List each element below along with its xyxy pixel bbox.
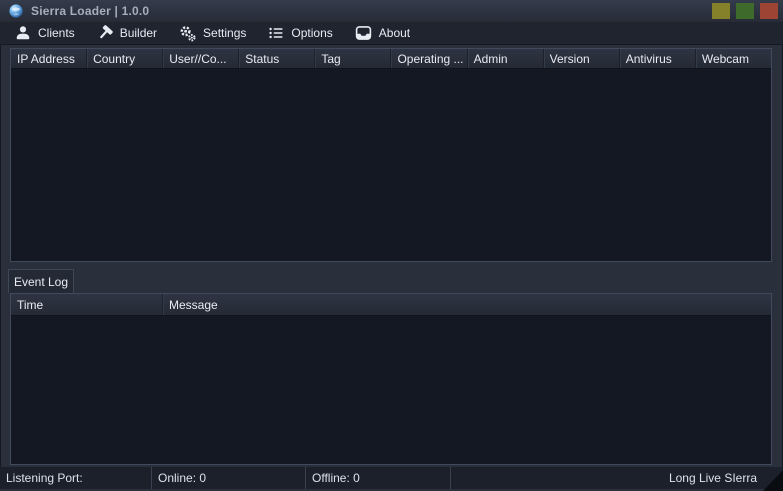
column-header-user-co[interactable]: User//Co... (163, 49, 239, 68)
window-controls (712, 3, 778, 19)
gears-icon (179, 25, 196, 42)
column-header-webcam[interactable]: Webcam (696, 49, 771, 68)
column-header-operating[interactable]: Operating ... (391, 49, 467, 68)
eventlog-table-body (11, 316, 771, 464)
inbox-icon (355, 25, 372, 41)
app-window: Sierra Loader | 1.0.0 Clients Builder (0, 0, 783, 491)
toolbar-label-options: Options (291, 26, 332, 40)
column-header-ip-address[interactable]: IP Address (11, 49, 87, 68)
toolbar-item-options[interactable]: Options (257, 22, 343, 44)
status-offline-label: Offline: 0 (312, 471, 360, 485)
toolbar-label-builder: Builder (120, 26, 157, 40)
eventlog-table-header: TimeMessage (11, 294, 771, 316)
close-button[interactable] (760, 3, 778, 19)
column-header-admin[interactable]: Admin (468, 49, 544, 68)
resize-grip[interactable] (763, 470, 783, 491)
toolbar-item-about[interactable]: About (344, 22, 421, 44)
toolbar-label-about: About (379, 26, 410, 40)
minimize-button[interactable] (712, 3, 730, 19)
toolbar-item-builder[interactable]: Builder (86, 22, 168, 44)
status-listening-port: Listening Port: (0, 467, 152, 489)
column-header-country[interactable]: Country (87, 49, 163, 68)
clients-table-body (11, 69, 771, 261)
column-header-version[interactable]: Version (544, 49, 620, 68)
user-icon (15, 25, 31, 41)
titlebar[interactable]: Sierra Loader | 1.0.0 (0, 0, 783, 22)
toolbar-item-settings[interactable]: Settings (168, 22, 257, 44)
clients-table-header: IP AddressCountryUser//Co...StatusTagOpe… (11, 49, 771, 69)
toolbar: Clients Builder Settings (0, 22, 783, 45)
column-header-antivirus[interactable]: Antivirus (620, 49, 696, 68)
status-motto: Long Live SIerra (451, 467, 783, 489)
status-listening-port-label: Listening Port: (6, 471, 83, 485)
column-header-message[interactable]: Message (163, 294, 771, 315)
hammer-icon (97, 25, 113, 41)
status-motto-label: Long Live SIerra (669, 471, 757, 485)
tab-event-log[interactable]: Event Log (8, 269, 74, 293)
list-icon (268, 25, 284, 41)
clients-table: IP AddressCountryUser//Co...StatusTagOpe… (10, 48, 772, 262)
tab-event-log-label: Event Log (14, 275, 68, 289)
status-online-label: Online: 0 (158, 471, 206, 485)
app-logo-icon (8, 3, 24, 19)
eventlog-table: TimeMessage (10, 293, 772, 465)
window-title: Sierra Loader | 1.0.0 (31, 4, 149, 18)
toolbar-label-clients: Clients (38, 26, 75, 40)
status-online: Online: 0 (152, 467, 306, 489)
status-offline: Offline: 0 (306, 467, 451, 489)
column-header-status[interactable]: Status (239, 49, 315, 68)
statusbar: Listening Port: Online: 0 Offline: 0 Lon… (0, 467, 783, 491)
column-header-tag[interactable]: Tag (315, 49, 391, 68)
maximize-button[interactable] (736, 3, 754, 19)
toolbar-item-clients[interactable]: Clients (4, 22, 86, 44)
toolbar-label-settings: Settings (203, 26, 246, 40)
column-header-time[interactable]: Time (11, 294, 163, 315)
